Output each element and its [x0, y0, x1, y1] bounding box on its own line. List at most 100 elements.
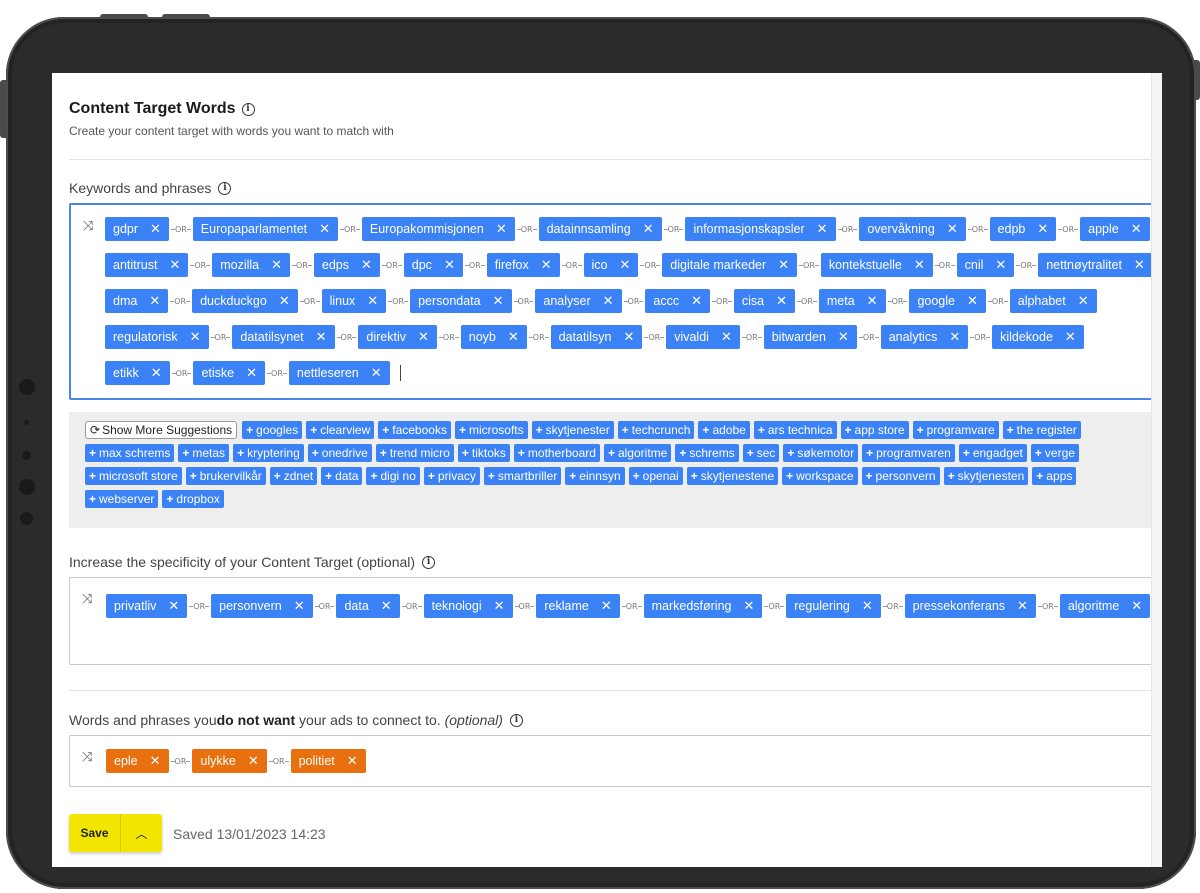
close-icon[interactable]: ✕	[967, 294, 978, 309]
close-icon[interactable]: ✕	[371, 366, 382, 381]
close-icon[interactable]: ✕	[1131, 599, 1142, 614]
keyword-tag[interactable]: cnil ✕	[956, 253, 1015, 277]
suggestion-chip[interactable]: + algoritme	[603, 444, 672, 462]
close-icon[interactable]: ✕	[169, 258, 180, 273]
close-icon[interactable]: ✕	[294, 599, 305, 614]
close-icon[interactable]: ✕	[541, 258, 552, 273]
close-icon[interactable]: ✕	[744, 599, 755, 614]
keyword-tag[interactable]: algoritme ✕	[1059, 594, 1151, 618]
suggestion-chip[interactable]: + data	[321, 467, 363, 485]
close-icon[interactable]: ✕	[623, 330, 634, 345]
keyword-tag[interactable]: kildekode ✕	[992, 325, 1084, 349]
scrollbar[interactable]	[1151, 73, 1162, 867]
keyword-tag[interactable]: overvåkning ✕	[859, 217, 966, 241]
suggestion-chip[interactable]: + kryptering	[233, 444, 304, 462]
suggestion-chip[interactable]: + skytjenestene	[686, 467, 779, 485]
keyword-tag[interactable]: google ✕	[909, 289, 986, 313]
close-icon[interactable]: ✕	[150, 754, 161, 769]
keyword-tag[interactable]: edps ✕	[313, 253, 380, 277]
close-icon[interactable]: ✕	[149, 294, 160, 309]
keyword-tag[interactable]: ulykke ✕	[192, 749, 267, 773]
keyword-tag[interactable]: edpb ✕	[989, 217, 1057, 241]
close-icon[interactable]: ✕	[1017, 599, 1028, 614]
close-icon[interactable]: ✕	[347, 754, 358, 769]
suggestion-chip[interactable]: + digi no	[366, 467, 420, 485]
info-icon[interactable]: i	[509, 713, 523, 727]
keyword-tag[interactable]: antitrust ✕	[105, 253, 189, 277]
suggestion-chip[interactable]: + techcrunch	[617, 421, 695, 439]
chevron-up-icon[interactable]: ︿	[121, 814, 162, 852]
close-icon[interactable]: ✕	[168, 599, 179, 614]
keyword-tag[interactable]: Europakommisjonen ✕	[361, 217, 515, 241]
close-icon[interactable]: ✕	[494, 599, 505, 614]
close-icon[interactable]: ✕	[367, 294, 378, 309]
suggestion-chip[interactable]: + skytjenesten	[943, 467, 1029, 485]
suggestion-chip[interactable]: + einnsyn	[565, 467, 625, 485]
close-icon[interactable]: ✕	[190, 330, 201, 345]
close-icon[interactable]: ✕	[838, 330, 849, 345]
suggestion-chip[interactable]: + søkemotor	[783, 444, 859, 462]
suggestion-chip[interactable]: + programvare	[912, 421, 999, 439]
close-icon[interactable]: ✕	[817, 222, 828, 237]
suggestion-chip[interactable]: + microsoft store	[85, 467, 182, 485]
keyword-tag[interactable]: direktiv ✕	[358, 325, 437, 349]
suggestion-chip[interactable]: + metas	[178, 444, 230, 462]
suggestion-chip[interactable]: + motherboard	[513, 444, 600, 462]
suggestion-chip[interactable]: + verge	[1030, 444, 1079, 462]
suggestion-chip[interactable]: + facebooks	[378, 421, 451, 439]
suggestion-chip[interactable]: + dropbox	[162, 490, 224, 508]
keyword-tag[interactable]: analytics ✕	[880, 325, 969, 349]
keyword-tag[interactable]: digitale markeder ✕	[662, 253, 798, 277]
suggestion-chip[interactable]: + max schrems	[85, 444, 175, 462]
keyword-tag[interactable]: etiske ✕	[193, 361, 266, 385]
keyword-tag[interactable]: duckduckgo ✕	[192, 289, 298, 313]
suggestion-chip[interactable]: + openai	[628, 467, 683, 485]
keyword-tag[interactable]: vivaldi ✕	[666, 325, 740, 349]
suggestion-chip[interactable]: + brukervilkår	[185, 467, 266, 485]
close-icon[interactable]: ✕	[776, 294, 787, 309]
close-icon[interactable]: ✕	[914, 258, 925, 273]
close-icon[interactable]: ✕	[691, 294, 702, 309]
keyword-tag[interactable]: data ✕	[336, 594, 400, 618]
close-icon[interactable]: ✕	[1131, 222, 1142, 237]
suggestion-chip[interactable]: + app store	[840, 421, 909, 439]
suggestion-chip[interactable]: + programvaren	[862, 444, 955, 462]
keyword-tag[interactable]: apple ✕	[1080, 217, 1150, 241]
shuffle-icon[interactable]: ⤨	[83, 219, 93, 234]
suggestion-chip[interactable]: + sec	[742, 444, 780, 462]
keyword-tag[interactable]: reklame ✕	[536, 594, 620, 618]
suggestion-chip[interactable]: + ars technica	[753, 421, 837, 439]
suggestion-chip[interactable]: + trend micro	[375, 444, 454, 462]
close-icon[interactable]: ✕	[316, 330, 327, 345]
close-icon[interactable]: ✕	[947, 222, 958, 237]
keyword-tag[interactable]: politiet ✕	[290, 749, 366, 773]
keyword-tag[interactable]: accc ✕	[645, 289, 711, 313]
keyword-tag[interactable]: meta ✕	[818, 289, 886, 313]
keyword-tag[interactable]: nettnøytralitet ✕	[1038, 253, 1153, 277]
close-icon[interactable]: ✕	[601, 599, 612, 614]
specificity-input[interactable]: ⤨ privatliv ✕ OR personvern ✕ OR data ✕ OR teknol…	[69, 577, 1162, 665]
close-icon[interactable]: ✕	[319, 222, 330, 237]
close-icon[interactable]: ✕	[444, 258, 455, 273]
close-icon[interactable]: ✕	[862, 599, 873, 614]
suggestion-chip[interactable]: + zdnet	[269, 467, 318, 485]
suggestion-chip[interactable]: + smartbriller	[483, 467, 562, 485]
close-icon[interactable]: ✕	[643, 222, 654, 237]
close-icon[interactable]: ✕	[246, 366, 257, 381]
suggestion-chip[interactable]: + schrems	[675, 444, 739, 462]
keyword-tag[interactable]: persondata ✕	[410, 289, 512, 313]
shuffle-icon[interactable]: ⤨	[82, 750, 92, 765]
save-button[interactable]: Save	[69, 814, 121, 852]
shuffle-icon[interactable]: ⤨	[82, 592, 92, 607]
suggestion-chip[interactable]: + microsofts	[454, 421, 528, 439]
close-icon[interactable]: ✕	[248, 754, 259, 769]
close-icon[interactable]: ✕	[721, 330, 732, 345]
keyword-tag[interactable]: dma ✕	[105, 289, 169, 313]
keyword-tag[interactable]: etikk ✕	[105, 361, 170, 385]
keyword-tag[interactable]: mozilla ✕	[212, 253, 291, 277]
keyword-tag[interactable]: markedsføring ✕	[643, 594, 763, 618]
keyword-tag[interactable]: bitwarden ✕	[763, 325, 857, 349]
close-icon[interactable]: ✕	[496, 222, 507, 237]
keyword-tag[interactable]: cisa ✕	[733, 289, 796, 313]
keyword-tag[interactable]: teknologi ✕	[423, 594, 513, 618]
